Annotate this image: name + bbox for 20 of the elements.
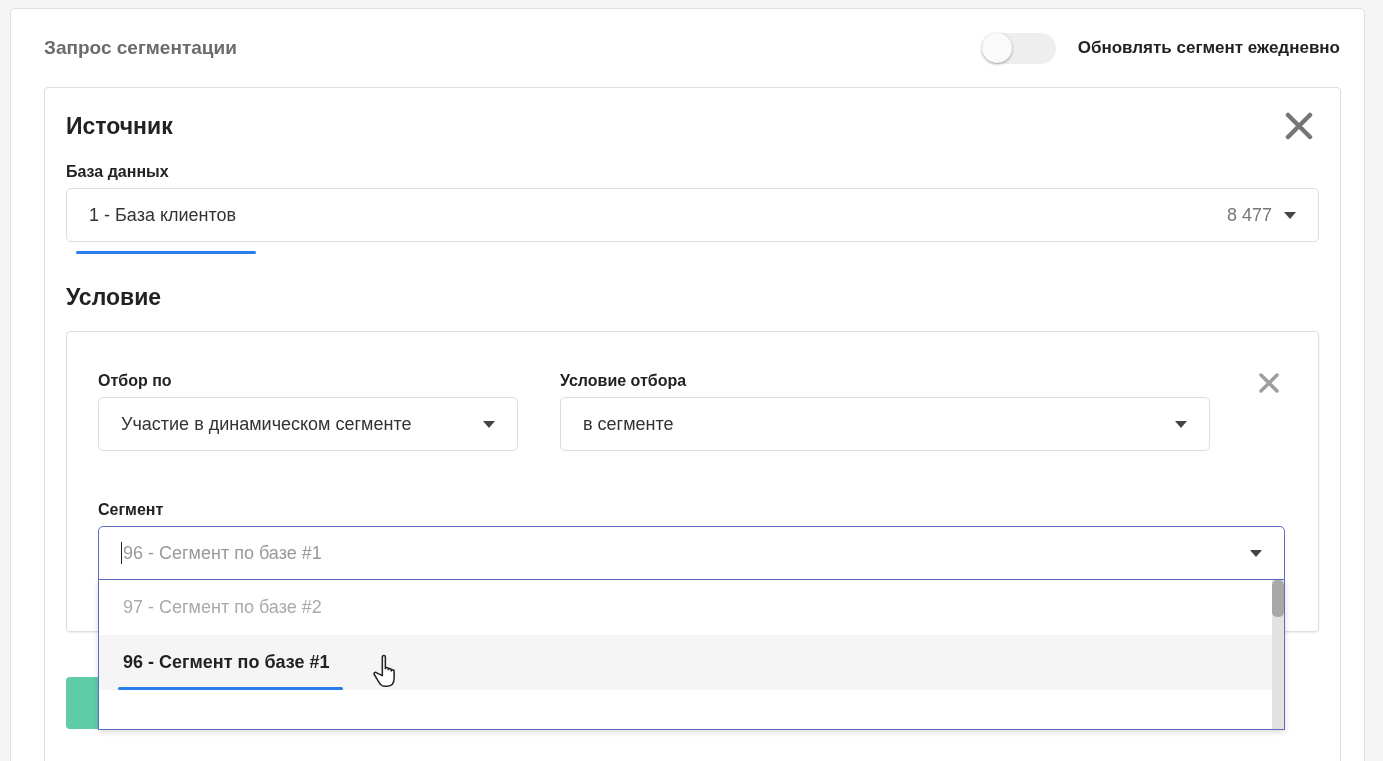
caret-icon [483,420,495,428]
scrollbar[interactable] [1272,580,1284,729]
field-label: Условие отбора [560,372,688,391]
close-icon[interactable] [1285,112,1313,140]
dropdown-option[interactable]: 96 - Сегмент по базе #1 [99,635,1272,690]
filter-select[interactable]: Участие в динамическом сегменте [98,397,518,451]
caret-icon [1250,549,1262,557]
page-title: Запрос сегментации [44,37,237,59]
toggle-label: Обновлять сегмент ежедневно [1077,38,1340,58]
field-label: Отбор по [98,372,173,391]
caret-icon [1284,211,1296,219]
close-icon[interactable] [1258,372,1280,394]
condition-select[interactable]: в сегменте [560,397,1210,451]
section-title: Источник [66,112,173,140]
toggle-switch[interactable] [981,32,1056,64]
database-select[interactable]: 1 - База клиентов 8 477 [66,188,1319,242]
field-label: База данных [66,163,170,182]
field-label: Сегмент [98,501,165,520]
caret-icon [1175,420,1187,428]
section-title: Условие [66,284,163,312]
